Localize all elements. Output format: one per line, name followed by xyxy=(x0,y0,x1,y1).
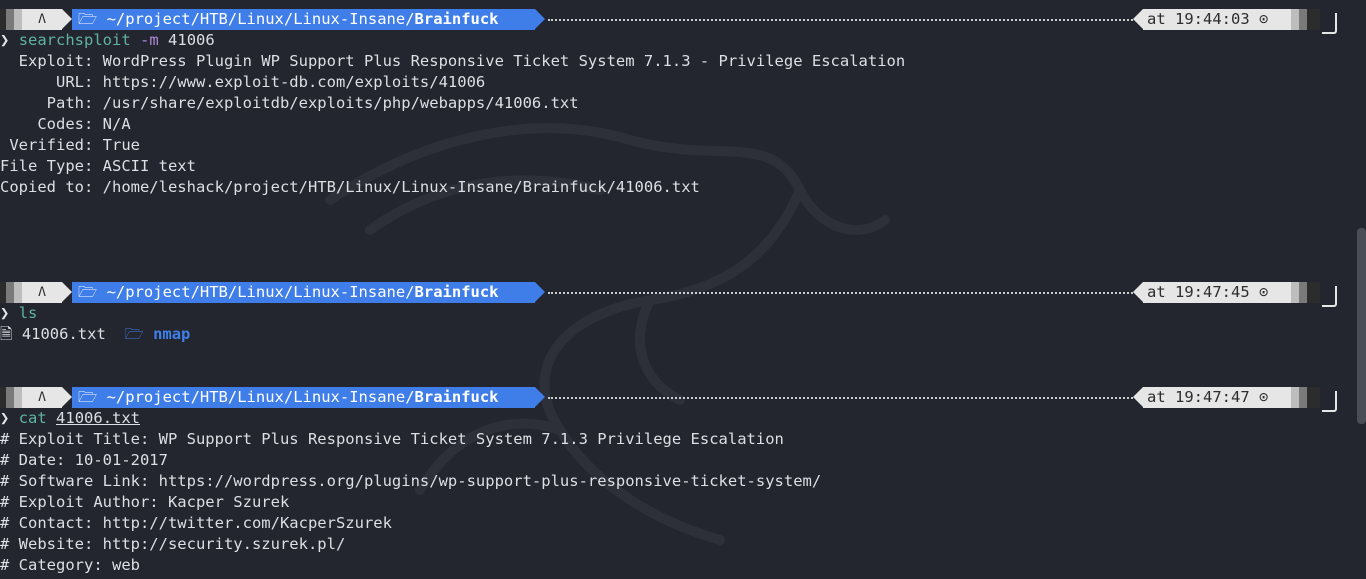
time-segment: at 19:44:03 ⊙ xyxy=(1143,9,1291,30)
folder-icon: 🗁 xyxy=(78,283,98,301)
current-dir: Brainfuck xyxy=(414,388,499,406)
timestamp: 19:44:03 xyxy=(1175,10,1250,28)
segment-arrow xyxy=(62,387,72,407)
command-name: searchsploit xyxy=(18,31,131,49)
segment-arrow xyxy=(1133,9,1143,29)
prompt-segment xyxy=(1299,387,1307,408)
time-prefix: at xyxy=(1147,388,1166,406)
command-arg: 41006.txt xyxy=(56,409,141,427)
kali-dragon-watermark xyxy=(325,123,890,545)
output-line: # Category: web xyxy=(0,556,140,574)
prompt-segment xyxy=(14,387,22,408)
file-entry: 41006.txt xyxy=(21,325,106,343)
prompt-char: ❯ xyxy=(0,31,10,49)
current-dir: Brainfuck xyxy=(414,10,499,28)
output-line: Copied to: /home/leshack/project/HTB/Lin… xyxy=(0,178,700,196)
command-name: cat xyxy=(18,409,47,427)
output-line: # Contact: http://twitter.com/KacperSzur… xyxy=(0,514,392,532)
prompt-segment xyxy=(6,9,14,30)
prompt-char: ❯ xyxy=(0,409,10,427)
prompt-segment xyxy=(1307,387,1320,408)
segment-arrow xyxy=(62,9,72,29)
clock-icon: ⊙ xyxy=(1259,388,1269,406)
dotted-filler xyxy=(548,292,1133,294)
user-icon: Λ xyxy=(22,387,62,408)
prompt-bracket xyxy=(1322,391,1337,412)
output-line: URL: https://www.exploit-db.com/exploits… xyxy=(0,73,486,91)
segment-arrow xyxy=(535,387,545,407)
prompt-segment xyxy=(1291,9,1299,30)
command-flag: -m xyxy=(140,31,159,49)
output-line: # Software Link: https://wordpress.org/p… xyxy=(0,472,822,490)
prompt-segment xyxy=(1299,9,1307,30)
file-icon: 🗎 xyxy=(0,325,13,343)
segment-arrow xyxy=(1133,282,1143,302)
segment-arrow xyxy=(535,9,545,29)
prompt-bracket xyxy=(1322,13,1337,34)
folder-icon: 🗁 xyxy=(78,10,98,28)
output-line: # Exploit Title: WP Support Plus Respons… xyxy=(0,430,784,448)
output-line: # Date: 10-01-2017 xyxy=(0,451,168,469)
command-line: ❯ cat 41006.txt xyxy=(0,408,140,429)
prompt-segment xyxy=(1299,282,1307,303)
folder-icon: 🗁 xyxy=(124,325,144,343)
prompt-segment xyxy=(14,9,22,30)
segment-arrow xyxy=(62,282,72,302)
prompt-segment xyxy=(1307,282,1320,303)
time-prefix: at xyxy=(1147,283,1166,301)
prompt-segment xyxy=(14,282,22,303)
prompt-bracket xyxy=(1322,286,1337,307)
folder-icon: 🗁 xyxy=(78,388,98,406)
timestamp: 19:47:47 xyxy=(1175,388,1250,406)
command-name: ls xyxy=(18,304,38,322)
prompt-segment xyxy=(6,282,14,303)
path-segment: 🗁 ~/project/HTB/Linux/Linux-Insane/Brain… xyxy=(72,9,535,30)
clock-icon: ⊙ xyxy=(1259,283,1269,301)
segment-arrow xyxy=(535,282,545,302)
output-line: # Exploit Author: Kacper Szurek xyxy=(0,493,290,511)
path-segment: 🗁 ~/project/HTB/Linux/Linux-Insane/Brain… xyxy=(72,387,535,408)
output-line: # Website: http://security.szurek.pl/ xyxy=(0,535,346,553)
time-segment: at 19:47:47 ⊙ xyxy=(1143,387,1291,408)
scrollbar-thumb[interactable] xyxy=(1357,228,1366,424)
time-prefix: at xyxy=(1147,10,1166,28)
current-dir: Brainfuck xyxy=(414,283,499,301)
command-line: ❯ ls xyxy=(0,303,37,324)
prompt-segment xyxy=(1291,387,1299,408)
time-segment: at 19:47:45 ⊙ xyxy=(1143,282,1291,303)
command-line: ❯ searchsploit -m 41006 xyxy=(0,30,215,51)
prompt-segment xyxy=(6,387,14,408)
output-line: Exploit: WordPress Plugin WP Support Plu… xyxy=(0,52,906,70)
path-text: ~/project/HTB/Linux/Linux-Insane/ xyxy=(106,388,415,406)
prompt-segment xyxy=(1291,282,1299,303)
segment-arrow xyxy=(1133,387,1143,407)
output-line: Verified: True xyxy=(0,136,140,154)
dotted-filler xyxy=(548,19,1133,21)
folder-entry: nmap xyxy=(153,325,191,343)
command-arg: 41006 xyxy=(168,31,215,49)
output-line: Path: /usr/share/exploitdb/exploits/php/… xyxy=(0,94,579,112)
timestamp: 19:47:45 xyxy=(1175,283,1250,301)
user-icon: Λ xyxy=(22,9,62,30)
prompt-bar: Λ 🗁 ~/project/HTB/Linux/Linux-Insane/Bra… xyxy=(0,282,1366,307)
path-text: ~/project/HTB/Linux/Linux-Insane/ xyxy=(106,283,415,301)
path-text: ~/project/HTB/Linux/Linux-Insane/ xyxy=(106,10,415,28)
output-line: File Type: ASCII text xyxy=(0,157,196,175)
path-segment: 🗁 ~/project/HTB/Linux/Linux-Insane/Brain… xyxy=(72,282,535,303)
ls-output-line: 🗎 41006.txt 🗁 nmap xyxy=(0,324,190,345)
dotted-filler xyxy=(548,397,1133,399)
output-line: Codes: N/A xyxy=(0,115,131,133)
prompt-bar: Λ 🗁 ~/project/HTB/Linux/Linux-Insane/Bra… xyxy=(0,9,1366,34)
prompt-bar: Λ 🗁 ~/project/HTB/Linux/Linux-Insane/Bra… xyxy=(0,387,1366,412)
prompt-segment xyxy=(1307,9,1320,30)
user-icon: Λ xyxy=(22,282,62,303)
clock-icon: ⊙ xyxy=(1259,10,1269,28)
prompt-char: ❯ xyxy=(0,304,10,322)
